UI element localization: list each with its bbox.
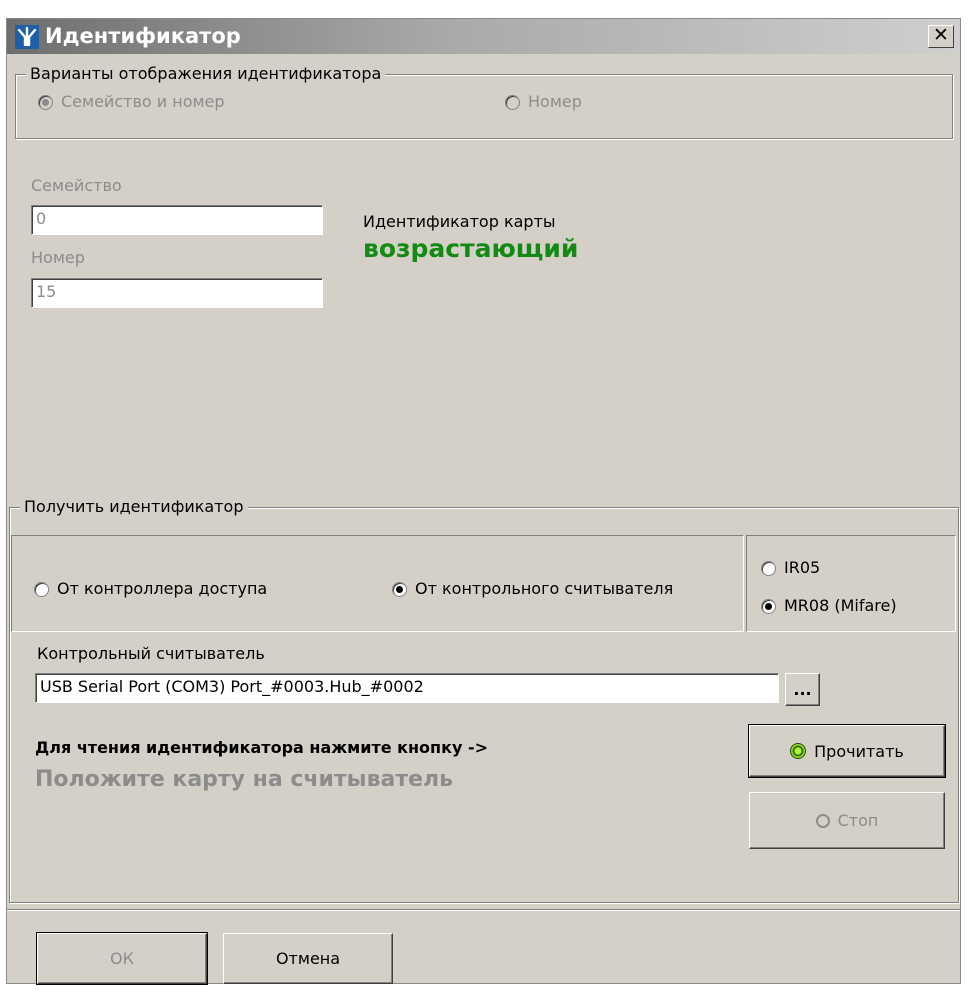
cancel-button[interactable]: Отмена bbox=[223, 933, 393, 984]
place-card-status: Положите карту на считыватель bbox=[35, 767, 454, 792]
identifier-dialog: Идентификатор ✕ Варианты отображения иде… bbox=[6, 18, 961, 985]
radio-number[interactable]: Номер bbox=[505, 92, 582, 112]
radio-label: От контроллера доступа bbox=[57, 579, 268, 598]
ok-button-label: ОК bbox=[110, 949, 134, 968]
card-id-caption: Идентификатор карты bbox=[363, 212, 556, 231]
reader-type-panel bbox=[746, 535, 956, 632]
number-field[interactable]: 15 bbox=[31, 278, 323, 308]
stop-button[interactable]: Стоп bbox=[749, 792, 945, 849]
radio-label: От контрольного считывателя bbox=[415, 579, 674, 598]
radio-ir05[interactable]: IR05 bbox=[761, 558, 820, 578]
radio-indicator bbox=[761, 598, 776, 614]
radio-label: IR05 bbox=[784, 558, 821, 577]
family-field[interactable]: 0 bbox=[31, 205, 323, 235]
radio-label: Семейство и номер bbox=[61, 92, 225, 111]
get-identifier-legend: Получить идентификатор bbox=[20, 497, 248, 517]
radio-indicator bbox=[34, 581, 49, 597]
radio-indicator bbox=[761, 560, 776, 576]
radio-indicator bbox=[505, 94, 520, 110]
led-off-icon bbox=[815, 813, 830, 828]
ok-button[interactable]: ОК bbox=[36, 932, 208, 985]
radio-mr08-mifare[interactable]: MR08 (Mifare) bbox=[761, 596, 897, 616]
browse-reader-button[interactable]: ... bbox=[785, 673, 820, 706]
led-on-icon bbox=[790, 743, 807, 759]
instruction-text: Для чтения идентификатора нажмите кнопку… bbox=[35, 738, 489, 757]
cancel-button-label: Отмена bbox=[275, 949, 341, 968]
close-icon: ✕ bbox=[933, 24, 949, 46]
radio-from-control-reader[interactable]: От контрольного считывателя bbox=[392, 579, 673, 599]
control-reader-label: Контрольный считыватель bbox=[37, 644, 265, 663]
card-id-status: возрастающий bbox=[363, 234, 579, 263]
radio-from-access-controller[interactable]: От контроллера доступа bbox=[34, 579, 267, 599]
app-logo-icon bbox=[15, 25, 39, 49]
control-reader-field[interactable]: USB Serial Port (COM3) Port_#0003.Hub_#0… bbox=[35, 673, 779, 703]
family-label: Семейство bbox=[31, 176, 122, 195]
radio-label: MR08 (Mifare) bbox=[784, 596, 897, 615]
browse-reader-label: ... bbox=[793, 680, 812, 699]
radio-indicator bbox=[392, 581, 407, 597]
read-button-label: Прочитать bbox=[814, 741, 904, 761]
radio-indicator bbox=[38, 94, 53, 110]
read-button[interactable]: Прочитать bbox=[748, 724, 946, 778]
footer-separator bbox=[7, 909, 960, 911]
close-button[interactable]: ✕ bbox=[928, 25, 954, 48]
display-options-group: Варианты отображения идентификатора Семе… bbox=[15, 64, 953, 139]
radio-family-and-number[interactable]: Семейство и номер bbox=[38, 92, 225, 112]
number-label: Номер bbox=[31, 248, 85, 267]
title-bar[interactable]: Идентификатор ✕ bbox=[7, 19, 960, 54]
radio-label: Номер bbox=[528, 92, 582, 111]
display-options-legend: Варианты отображения идентификатора bbox=[26, 64, 386, 84]
window-title: Идентификатор bbox=[45, 24, 241, 48]
stop-button-label: Стоп bbox=[837, 811, 879, 830]
